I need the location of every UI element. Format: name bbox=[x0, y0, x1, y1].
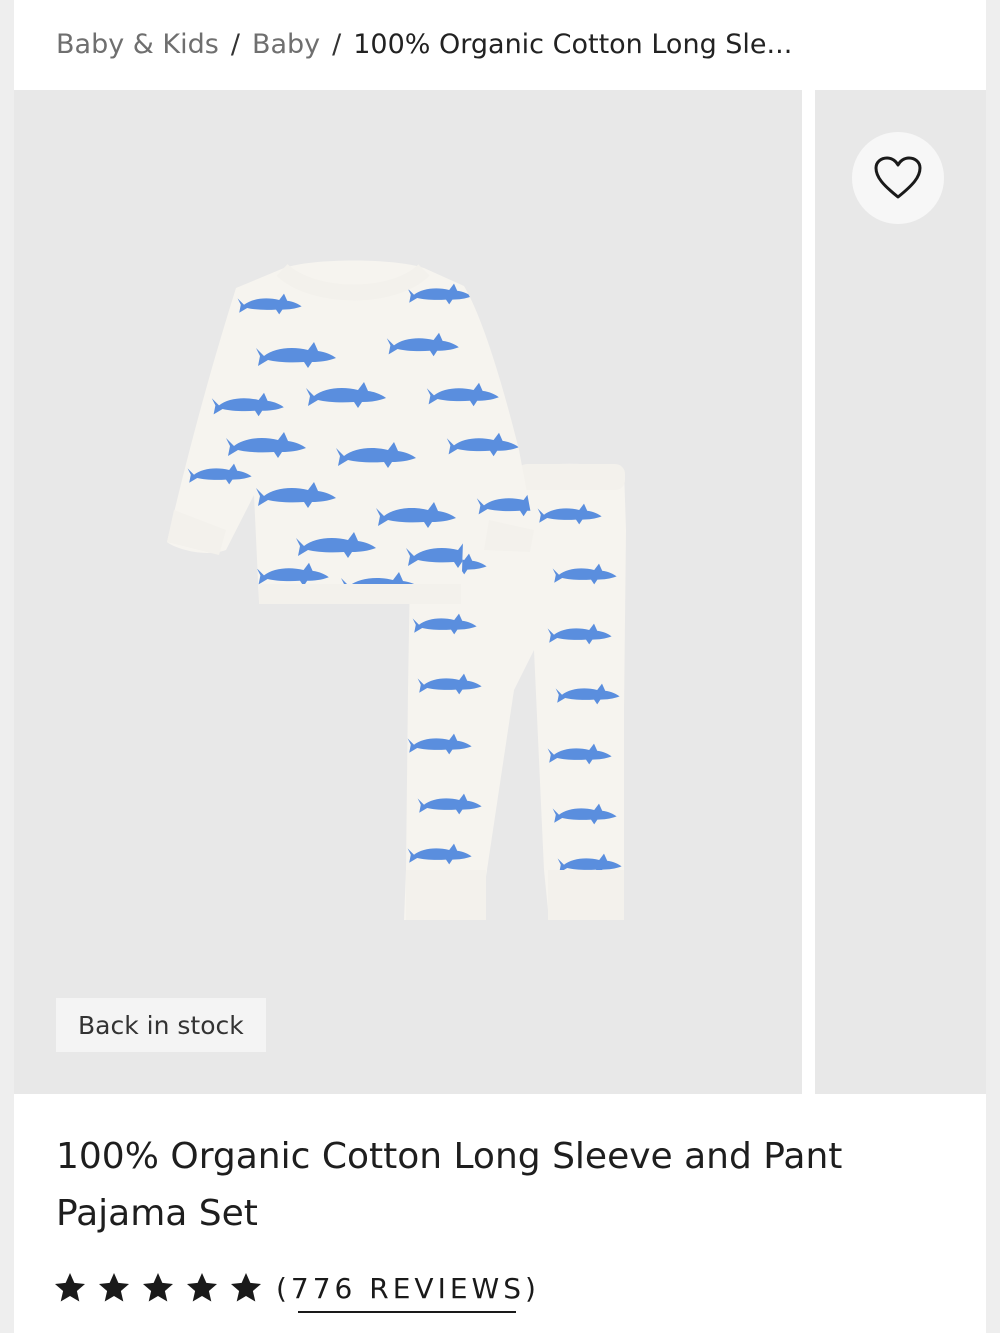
breadcrumb-separator: / bbox=[332, 28, 342, 60]
wishlist-button[interactable] bbox=[852, 132, 944, 224]
reviews-link[interactable]: (776 REVIEWS) bbox=[276, 1271, 540, 1313]
back-in-stock-badge: Back in stock bbox=[56, 998, 266, 1052]
star-icon bbox=[99, 1273, 129, 1302]
product-image-slide[interactable] bbox=[14, 90, 802, 1094]
next-product-image-slide[interactable] bbox=[815, 90, 986, 1094]
heart-outline-icon bbox=[874, 156, 922, 199]
breadcrumb-current: 100% Organic Cotton Long Sle... bbox=[353, 28, 793, 60]
star-icon bbox=[143, 1273, 173, 1302]
rating-stars bbox=[52, 1270, 264, 1306]
breadcrumb-link-baby-kids[interactable]: Baby & Kids bbox=[56, 29, 219, 60]
product-photo bbox=[167, 260, 626, 920]
breadcrumb: Baby & Kids / Baby / 100% Organic Cotton… bbox=[14, 0, 986, 88]
product-rating[interactable]: (776 REVIEWS) bbox=[52, 1270, 540, 1313]
product-title: 100% Organic Cotton Long Sleeve and Pant… bbox=[56, 1136, 843, 1234]
star-icon bbox=[55, 1273, 85, 1302]
breadcrumb-separator: / bbox=[230, 28, 240, 60]
star-icon bbox=[231, 1273, 261, 1302]
product-info: 100% Organic Cotton Long Sleeve and Pant… bbox=[14, 1094, 986, 1333]
reviews-count: (776 REVIEWS) bbox=[276, 1271, 540, 1305]
reviews-underline bbox=[298, 1310, 516, 1313]
star-icon bbox=[187, 1273, 217, 1302]
product-image-gallery[interactable]: Back in stock bbox=[14, 88, 986, 1094]
breadcrumb-link-baby[interactable]: Baby bbox=[252, 29, 320, 60]
